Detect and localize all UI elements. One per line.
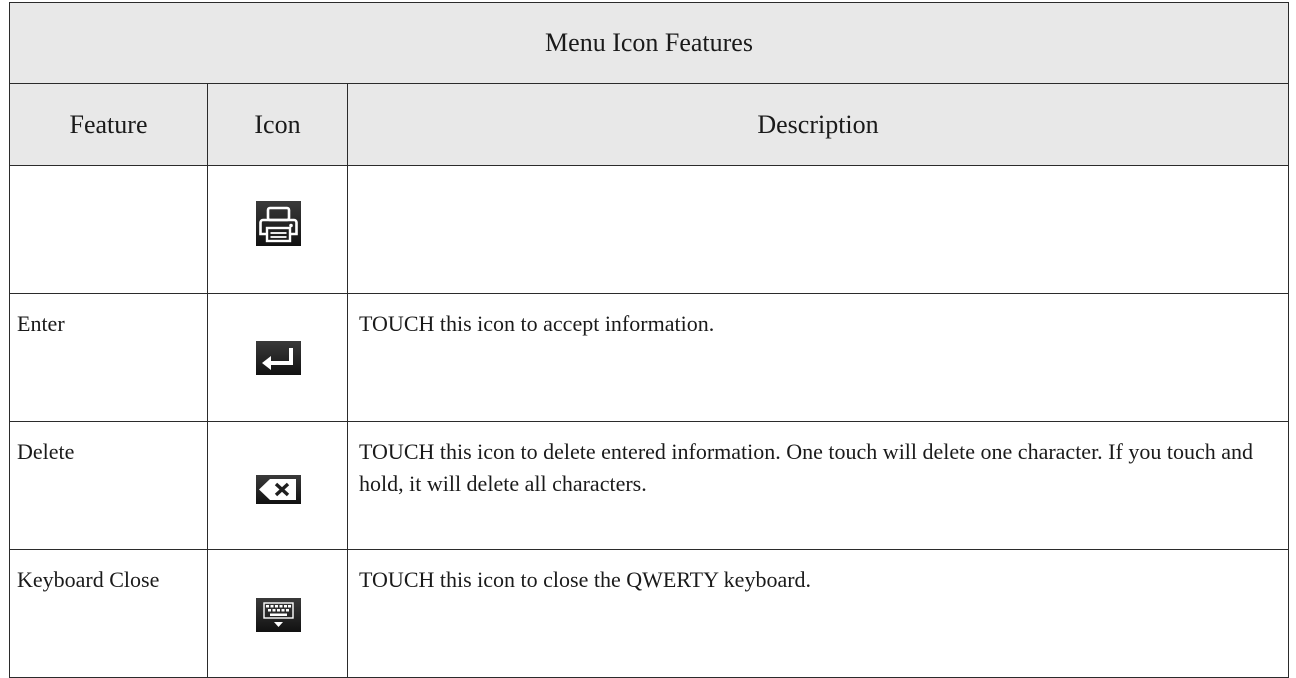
table-row: Delete TOUCH this icon to delete entered… (9, 421, 1290, 550)
description-cell: TOUCH this icon to accept information. (346, 293, 1290, 422)
feature-cell (9, 165, 208, 294)
icon-cell (207, 293, 348, 422)
description-cell: TOUCH this icon to close the QWERTY keyb… (346, 549, 1290, 678)
printer-icon (256, 201, 301, 246)
feature-cell: Delete (9, 421, 208, 550)
feature-cell: Keyboard Close (9, 549, 208, 678)
icon-cell (207, 421, 348, 550)
table-row: Enter TOUCH this icon to accept informat… (9, 293, 1290, 422)
icon-cell (207, 165, 348, 294)
delete-icon (256, 475, 301, 504)
description-cell (346, 165, 1290, 294)
header-icon: Icon (207, 83, 348, 166)
table-title: Menu Icon Features (8, 2, 1290, 84)
description-cell: TOUCH this icon to delete entered inform… (346, 421, 1290, 550)
enter-icon (256, 341, 301, 375)
icon-cell (207, 549, 348, 678)
header-description: Description (346, 83, 1290, 166)
table-row (9, 165, 1290, 294)
table-title-row: Menu Icon Features (8, 2, 1290, 84)
table-header-row: Feature Icon Description (9, 83, 1290, 166)
table-row: Keyboard Close TOUCH this icon to close … (9, 549, 1290, 678)
menu-icon-features-table: Menu Icon Features Feature Icon Descript… (8, 2, 1290, 678)
keyboard-close-icon (256, 598, 301, 632)
header-feature: Feature (9, 83, 208, 166)
feature-cell: Enter (9, 293, 208, 422)
